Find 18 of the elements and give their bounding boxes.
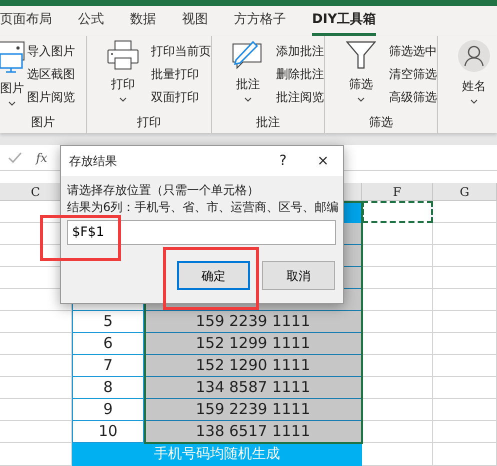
footer-note: 手机号码均随机生成 xyxy=(72,443,362,466)
phone-cell: 138 6517 1111 xyxy=(144,421,362,443)
phone-cell: 159 2239 1111 xyxy=(144,311,362,333)
instruction-text: 结果为6列：手机号、省、市、运营商、区号、邮编 xyxy=(66,199,340,216)
phone-cell: 152 1299 1111 xyxy=(144,333,362,355)
group-label: 筛选 xyxy=(368,114,394,130)
row-number-cell: 6 xyxy=(72,333,144,355)
phone-cell: 159 2239 1111 xyxy=(144,399,362,421)
row-number-cell: 9 xyxy=(72,399,144,421)
row-number-cell: 7 xyxy=(72,355,144,377)
phone-cell: 152 1290 1111 xyxy=(144,355,362,377)
row-number-cell: 5 xyxy=(72,311,144,333)
group-label: 打印 xyxy=(136,114,162,130)
group-label: 图片 xyxy=(30,114,56,130)
row-number-cell: 8 xyxy=(72,377,144,399)
phone-cell: 134 8587 1111 xyxy=(144,377,362,399)
group-label: 批注 xyxy=(255,114,281,130)
dialog-title: 存放结果 xyxy=(69,153,118,170)
